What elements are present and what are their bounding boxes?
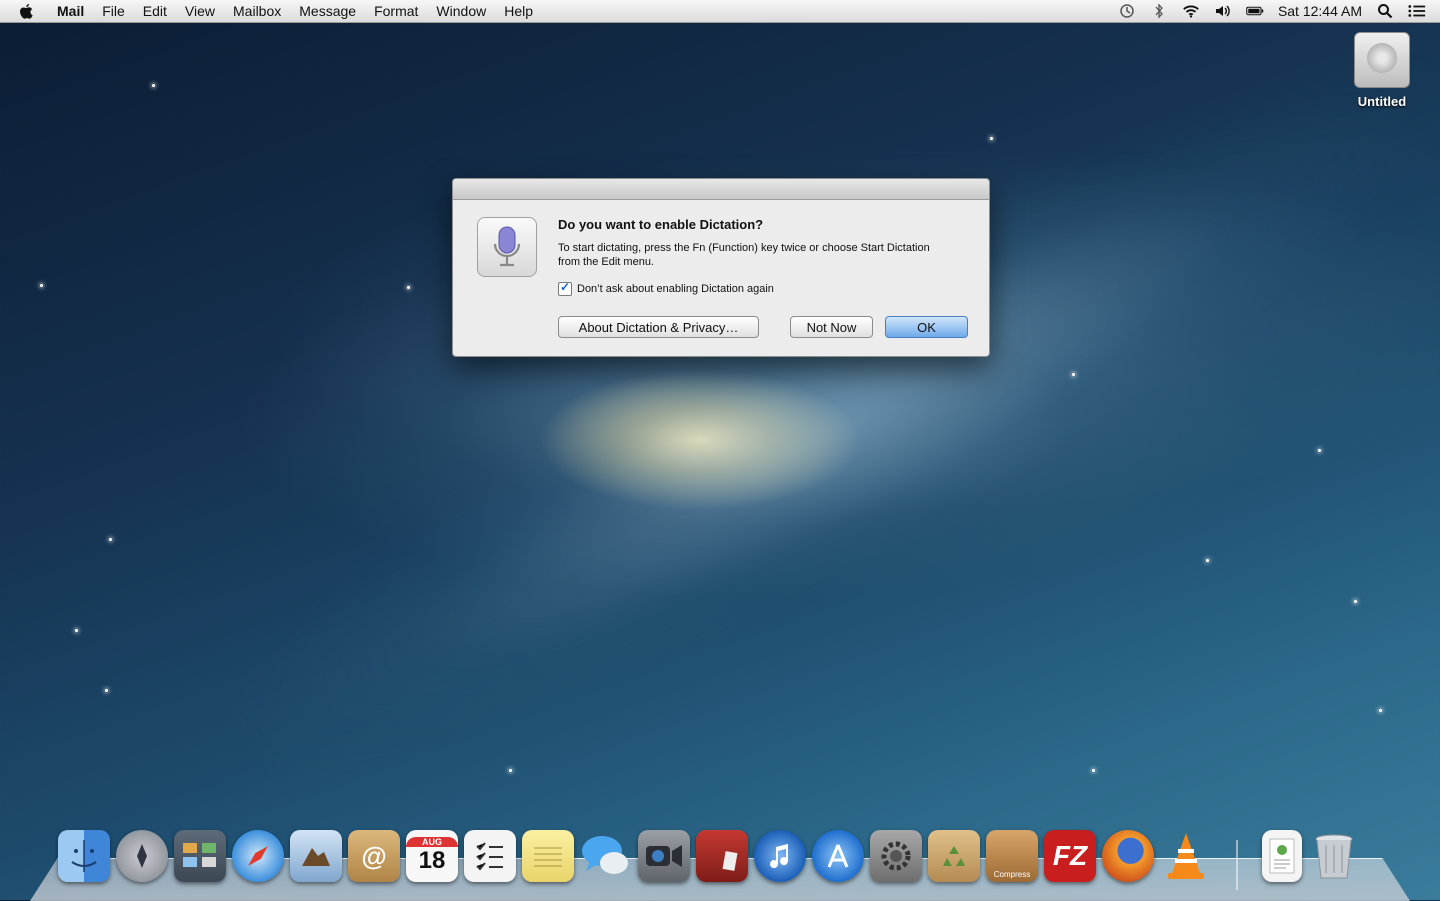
ok-button[interactable]: OK [885, 316, 968, 338]
photo-booth-icon[interactable] [696, 830, 748, 882]
menu-format[interactable]: Format [365, 0, 427, 22]
vlc-icon[interactable] [1160, 830, 1212, 882]
dialog-titlebar[interactable] [453, 179, 989, 200]
hard-drive-icon[interactable] [1354, 32, 1410, 88]
dock-separator [1236, 840, 1238, 890]
volume-icon[interactable] [1214, 3, 1232, 19]
status-area: Sat 12:44 AM [1118, 0, 1426, 22]
itunes-icon[interactable] [754, 830, 806, 882]
apple-menu-icon[interactable] [18, 2, 36, 20]
wifi-icon[interactable] [1182, 3, 1200, 19]
filezilla-icon[interactable]: FZ [1044, 830, 1096, 882]
star [40, 284, 43, 287]
dialog-title: Do you want to enable Dictation? [558, 217, 764, 232]
mail-icon[interactable] [290, 830, 342, 882]
finder-icon[interactable] [58, 830, 110, 882]
star [1354, 600, 1357, 603]
contacts-icon[interactable]: @ [348, 830, 400, 882]
star [509, 769, 512, 772]
reminders-icon[interactable] [464, 830, 516, 882]
dont-ask-checkbox-row[interactable]: Don’t ask about enabling Dictation again [558, 280, 774, 296]
calendar-day: 18 [418, 847, 446, 874]
mission-control-icon[interactable] [174, 830, 226, 882]
notification-center-icon[interactable] [1408, 3, 1426, 19]
star [1206, 559, 1209, 562]
menu-bar: Mail File Edit View Mailbox Message Form… [0, 0, 1440, 23]
star [75, 629, 78, 632]
facetime-icon[interactable] [638, 830, 690, 882]
bluetooth-icon[interactable] [1150, 3, 1168, 19]
menu-view[interactable]: View [176, 0, 224, 22]
menu-file[interactable]: File [93, 0, 134, 22]
compress-label: Compress [993, 870, 1031, 879]
dictation-dialog: Do you want to enable Dictation? To star… [452, 178, 990, 357]
not-now-button[interactable]: Not Now [790, 316, 873, 338]
microphone-icon [477, 217, 537, 277]
desktop-drive[interactable]: Untitled [1350, 32, 1414, 109]
star [407, 286, 410, 289]
menu-help[interactable]: Help [495, 0, 542, 22]
menu-app-mail[interactable]: Mail [48, 0, 93, 22]
trash-icon[interactable] [1308, 830, 1360, 882]
star [1072, 373, 1075, 376]
safari-icon[interactable] [232, 830, 284, 882]
star [990, 137, 993, 140]
time-machine-icon[interactable] [1118, 3, 1136, 19]
menu-window[interactable]: Window [427, 0, 495, 22]
star [152, 84, 155, 87]
star [109, 538, 112, 541]
battery-icon[interactable] [1246, 3, 1264, 19]
galaxy-wallpaper [195, 10, 1440, 850]
documents-stack-icon[interactable] [1262, 830, 1302, 882]
dont-ask-checkbox[interactable] [558, 280, 572, 296]
dialog-message: To start dictating, press the Fn (Functi… [558, 242, 930, 268]
launchpad-icon[interactable] [116, 830, 168, 882]
drive-label: Untitled [1357, 94, 1407, 109]
clock[interactable]: Sat 12:44 AM [1278, 0, 1362, 22]
calendar-month: AUG [406, 837, 458, 847]
star [1092, 769, 1095, 772]
star [1318, 449, 1321, 452]
menu-message[interactable]: Message [290, 0, 365, 22]
calendar-icon[interactable]: AUG 18 [406, 830, 458, 882]
messages-icon[interactable] [580, 830, 632, 882]
spotlight-icon[interactable] [1376, 3, 1394, 19]
dock: @ AUG 18 Compress FZ [58, 830, 1360, 890]
menu-edit[interactable]: Edit [134, 0, 176, 22]
system-preferences-icon[interactable] [870, 830, 922, 882]
firefox-icon[interactable] [1102, 830, 1154, 882]
menu-mailbox[interactable]: Mailbox [224, 0, 290, 22]
star [1379, 709, 1382, 712]
app-store-icon[interactable] [812, 830, 864, 882]
compress-icon[interactable]: Compress [986, 830, 1038, 882]
star [105, 689, 108, 692]
archive-utility-icon[interactable] [928, 830, 980, 882]
about-dictation-privacy-button[interactable]: About Dictation & Privacy… [558, 316, 759, 338]
dont-ask-label[interactable]: Don’t ask about enabling Dictation again [577, 283, 774, 295]
notes-icon[interactable] [522, 830, 574, 882]
